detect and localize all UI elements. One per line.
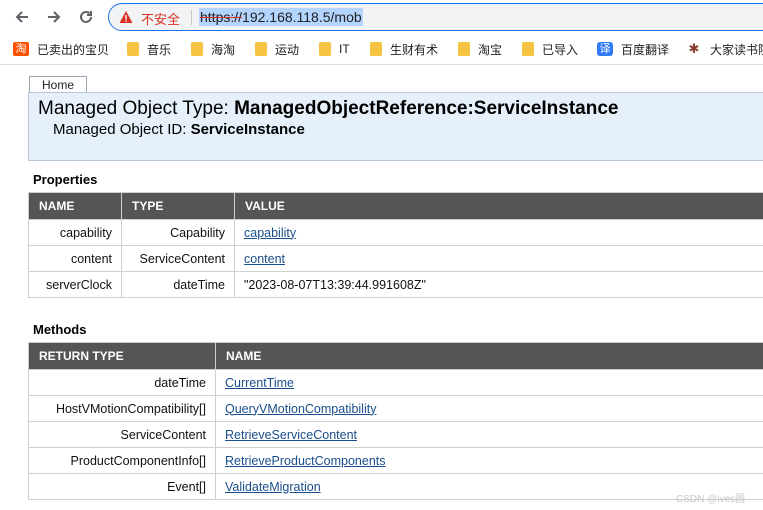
bookmark-item[interactable]: 淘 已卖出的宝贝 [13,40,109,58]
method-link[interactable]: QueryVMotionCompatibility [225,402,376,416]
column-header: VALUE [234,192,763,220]
table-row: dateTime CurrentTime [28,369,763,396]
properties-title: Properties [33,172,98,187]
methods-title: Methods [33,322,87,337]
method-name: QueryVMotionCompatibility [215,395,763,422]
method-return-type: Event[] [28,473,216,500]
url-text[interactable]: https://192.168.118.5/mob [199,8,363,26]
bookmark-folder[interactable]: 淘宝 [458,40,502,58]
table-header-row: NAME TYPE VALUE [28,192,763,220]
method-name: RetrieveServiceContent [215,421,763,448]
address-bar[interactable]: 不安全 https://192.168.118.5/mob [108,3,763,31]
chrome-divider [0,64,763,65]
bookmark-folder[interactable]: 运动 [255,40,299,58]
managed-object-type-value: ManagedObjectReference:ServiceInstance [234,98,619,119]
table-header-row: RETURN TYPE NAME [28,342,763,370]
property-name: content [28,245,122,272]
methods-table: RETURN TYPE NAME dateTime CurrentTime Ho… [28,342,763,500]
column-header: NAME [215,342,763,370]
method-return-type: dateTime [28,369,216,396]
warning-icon[interactable] [119,10,133,24]
method-link[interactable]: ValidateMigration [225,480,321,494]
bookmark-label: 淘宝 [478,42,503,57]
forward-arrow-icon [48,11,61,23]
bookmark-label: 音乐 [147,42,172,57]
bookmark-folder[interactable]: IT [319,40,350,58]
bookmark-folder[interactable]: 音乐 [127,40,171,58]
method-link[interactable]: CurrentTime [225,376,294,390]
folder-icon [458,42,470,56]
bookmark-folder[interactable]: 已导入 [522,40,578,58]
security-warning-label[interactable]: 不安全 [141,9,180,28]
managed-object-type-label: Managed Object Type: [38,98,229,119]
property-value: capability [234,219,763,246]
folder-icon [127,42,139,56]
browser-toolbar: 不安全 https://192.168.118.5/mob [0,0,763,34]
property-type: dateTime [121,271,235,298]
bookmark-label: 海淘 [211,42,236,57]
home-link[interactable]: Home [29,76,87,93]
bookmark-label: 已卖出的宝贝 [37,42,110,57]
folder-icon [370,42,382,56]
bookmark-folder[interactable]: 海淘 [191,40,235,58]
column-header: RETURN TYPE [28,342,216,370]
managed-object-id-value: ServiceInstance [190,121,305,138]
bug-icon: ✱ [688,41,700,56]
table-row: serverClock dateTime "2023-08-07T13:39:4… [28,271,763,298]
table-row: ProductComponentInfo[] RetrieveProductCo… [28,447,763,474]
managed-object-type: Managed Object Type: ManagedObjectRefere… [38,98,619,120]
method-return-type: ProductComponentInfo[] [28,447,216,474]
property-type: Capability [121,219,235,246]
url-host-path: 192.168.118.5/mob [242,9,362,25]
property-value-link[interactable]: capability [244,226,296,240]
bookmark-label: 运动 [275,42,300,57]
back-button[interactable] [10,5,34,29]
bookmark-label: 百度翻译 [621,42,670,57]
translate-icon: 译 [597,42,613,56]
property-value: content [234,245,763,272]
table-row: HostVMotionCompatibility[] QueryVMotionC… [28,395,763,422]
property-name: serverClock [28,271,122,298]
bookmark-folder[interactable]: 生财有术 [370,40,438,58]
table-row: ServiceContent RetrieveServiceContent [28,421,763,448]
folder-icon [255,42,267,56]
property-value-link[interactable]: content [244,252,285,266]
properties-table: NAME TYPE VALUE capability Capability ca… [28,192,763,298]
folder-icon [191,42,203,56]
table-row: content ServiceContent content [28,245,763,272]
forward-button[interactable] [42,5,66,29]
managed-object-id: Managed Object ID: ServiceInstance [53,121,305,138]
folder-icon [319,42,331,56]
watermark: CSDN @ives圆 [676,494,746,505]
bookmarks-bar: 淘 已卖出的宝贝 音乐 海淘 运动 IT 生财有术 淘宝 已导入 译 百度翻译 … [0,36,763,62]
bookmark-label: 大家读书院 [710,42,763,57]
property-name: capability [28,219,122,246]
method-return-type: HostVMotionCompatibility[] [28,395,216,422]
address-divider [191,10,192,25]
column-header: NAME [28,192,122,220]
table-row: capability Capability capability [28,219,763,246]
method-name: CurrentTime [215,369,763,396]
method-link[interactable]: RetrieveProductComponents [225,454,386,468]
bookmark-label: 已导入 [542,42,579,57]
method-link[interactable]: RetrieveServiceContent [225,428,357,442]
url-scheme: https:// [200,9,243,25]
bookmark-label: 生财有术 [390,42,439,57]
folder-icon [522,42,534,56]
method-return-type: ServiceContent [28,421,216,448]
managed-object-id-label: Managed Object ID: [53,121,187,138]
taobao-icon: 淘 [13,42,29,56]
reload-icon [80,10,92,23]
method-name: RetrieveProductComponents [215,447,763,474]
column-header: TYPE [121,192,235,220]
table-row: Event[] ValidateMigration [28,473,763,500]
bookmark-item[interactable]: ✱ 大家读书院 [686,40,763,58]
reload-button[interactable] [74,5,98,29]
bookmark-item[interactable]: 译 百度翻译 [597,40,669,58]
back-arrow-icon [15,11,28,23]
property-type: ServiceContent [121,245,235,272]
property-value: "2023-08-07T13:39:44.991608Z" [234,271,763,298]
bookmark-label: IT [339,42,350,56]
